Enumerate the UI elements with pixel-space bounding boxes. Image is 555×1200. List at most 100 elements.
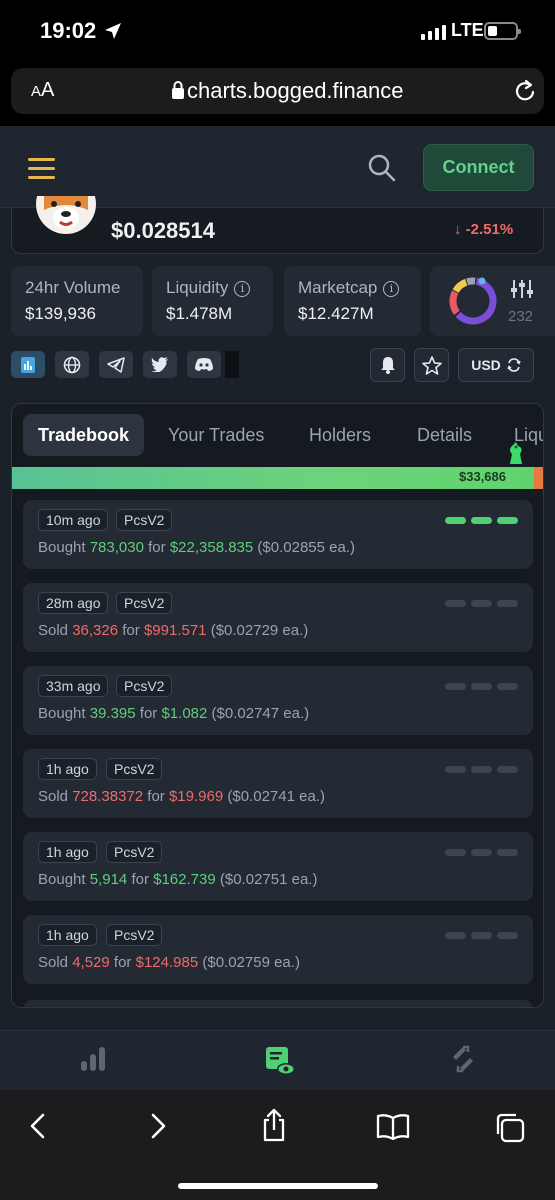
chart-bars-icon[interactable]: [80, 1045, 106, 1073]
telegram-icon: [107, 356, 125, 373]
reload-icon[interactable]: [513, 78, 537, 104]
tab-tradebook[interactable]: Tradebook: [23, 414, 145, 456]
share-icon[interactable]: [260, 1108, 288, 1142]
swap-arrows-icon[interactable]: [450, 1045, 476, 1073]
stat-volume: 24hr Volume $139,936: [11, 266, 143, 336]
token-price-card: $0.028514 ↓ -2.51%: [11, 196, 544, 254]
trade-row[interactable]: 1h ago PcsV2 Bought 5,914 for $162.739 ($0…: [23, 832, 533, 901]
down-arrow-icon: ↓: [454, 221, 462, 238]
trade-dex-badge: PcsV2: [106, 841, 163, 863]
trade-size-indicator: [445, 849, 518, 856]
trade-time-badge: 1h ago: [38, 758, 97, 780]
trade-row[interactable]: 10m ago PcsV2 Bought 783,030 for $22,358.8…: [23, 500, 533, 569]
trade-size-indicator: [445, 683, 518, 690]
stat-label: Marketcap i: [298, 278, 400, 298]
donut-subtext: 232: [508, 308, 534, 325]
menu-icon[interactable]: [28, 158, 55, 185]
link-divider: [225, 351, 239, 378]
trade-for-word: for: [147, 788, 165, 805]
aa-big: A: [41, 79, 55, 101]
alert-button[interactable]: [370, 348, 405, 382]
back-icon[interactable]: [28, 1112, 48, 1140]
star-icon: [421, 355, 442, 375]
status-time: 19:02: [40, 18, 97, 43]
trade-time-badge: 10m ago: [38, 509, 109, 531]
battery-icon: [484, 22, 521, 40]
tabs-icon[interactable]: [494, 1112, 526, 1144]
currency-label: USD: [471, 357, 501, 373]
tradebook-eye-icon[interactable]: [264, 1045, 296, 1077]
reader-settings-button[interactable]: AA: [31, 79, 54, 102]
trade-time-badge: 28m ago: [38, 592, 109, 614]
status-bar: 19:02 LTE: [0, 0, 555, 62]
trade-each-price: ($0.02741 ea.): [227, 788, 325, 805]
bookmarks-icon[interactable]: [376, 1114, 410, 1140]
trade-total: $19.969: [168, 788, 224, 805]
trade-amount: 39.395: [89, 705, 136, 722]
donut-chart-icon: [449, 277, 497, 325]
trade-total: $22,358.835: [169, 539, 254, 556]
trade-for-word: for: [139, 705, 158, 722]
trade-description: Sold 4,529 for $124.985 ($0.02759 ea.): [38, 954, 300, 971]
trade-description: Bought 39.395 for $1.082 ($0.02747 ea.): [38, 705, 309, 722]
favorite-button[interactable]: [414, 348, 449, 382]
trade-row[interactable]: 1h ago PcsV2 Sold 4,529 for $124.985 ($0.0…: [23, 915, 533, 984]
search-icon[interactable]: [367, 153, 397, 183]
trade-for-word: for: [131, 871, 149, 888]
trade-row[interactable]: 33m ago PcsV2 Bought 39.395 for $1.082 ($0…: [23, 666, 533, 735]
connect-button[interactable]: Connect: [423, 144, 534, 191]
trade-dex-badge: PcsV2: [116, 509, 173, 531]
forward-icon[interactable]: [148, 1112, 168, 1140]
trade-side: Sold: [38, 788, 69, 805]
globe-icon: [63, 356, 81, 373]
price-change-value: -2.51%: [465, 221, 514, 238]
trade-side: Sold: [38, 954, 69, 971]
mascot-icon: [510, 442, 522, 464]
tab-holders[interactable]: Holders: [309, 414, 371, 456]
trade-each-price: ($0.02751 ea.): [219, 871, 318, 888]
trade-amount: 783,030: [89, 539, 144, 556]
tab-details[interactable]: Details: [417, 414, 472, 456]
stat-marketcap: Marketcap i $12.427M: [284, 266, 421, 336]
trade-amount: 36,326: [72, 622, 119, 639]
trade-row-partial: [23, 1000, 533, 1007]
holders-donut-card[interactable]: 232: [430, 266, 555, 336]
twitter-link-button[interactable]: [143, 351, 177, 378]
trade-row[interactable]: 28m ago PcsV2 Sold 36,326 for $991.571 ($0…: [23, 583, 533, 652]
info-icon[interactable]: i: [234, 281, 251, 297]
trade-side: Sold: [38, 622, 69, 639]
stat-label: Liquidity i: [166, 278, 251, 298]
currency-toggle-button[interactable]: USD: [458, 348, 534, 382]
trade-each-price: ($0.02729 ea.): [210, 622, 309, 639]
trade-for-word: for: [148, 539, 166, 556]
url-text[interactable]: charts.bogged.finance: [187, 78, 404, 104]
trade-amount: 4,529: [72, 954, 110, 971]
trade-size-indicator: [445, 517, 518, 524]
trade-total: $991.571: [143, 622, 207, 639]
trade-dex-badge: PcsV2: [116, 675, 173, 697]
info-icon[interactable]: i: [383, 281, 400, 297]
website-link-button[interactable]: [55, 351, 89, 378]
address-bar[interactable]: AA charts.bogged.finance: [11, 68, 544, 114]
trade-time-badge: 33m ago: [38, 675, 109, 697]
lock-icon: [172, 81, 184, 99]
trade-each-price: ($0.02747 ea.): [211, 705, 310, 722]
trade-size-indicator: [445, 932, 518, 939]
sliders-icon[interactable]: [510, 278, 534, 300]
trade-total: $1.082: [161, 705, 208, 722]
price-change: ↓ -2.51%: [454, 221, 513, 238]
trade-row[interactable]: 1h ago PcsV2 Sold 728.38372 for $19.969 ($…: [23, 749, 533, 818]
tab-your-trades[interactable]: Your Trades: [168, 414, 264, 456]
stat-liquidity: Liquidity i $1.478M: [152, 266, 273, 336]
stat-label-text: Liquidity: [166, 278, 229, 297]
telegram-link-button[interactable]: [99, 351, 133, 378]
bscscan-link-button[interactable]: [11, 351, 45, 378]
buy-volume-value: $33,686: [459, 469, 506, 484]
trade-size-indicator: [445, 600, 518, 607]
sell-volume-segment: [534, 467, 543, 489]
stat-value: $12.427M: [298, 304, 374, 323]
web-page: Connect $0.028514 ↓ -2.51% 24hr Volume $…: [0, 126, 555, 1030]
trade-description: Sold 728.38372 for $19.969 ($0.02741 ea.…: [38, 788, 325, 805]
buy-sell-ratio-bar: $33,686: [12, 467, 543, 489]
discord-link-button[interactable]: [187, 351, 221, 378]
